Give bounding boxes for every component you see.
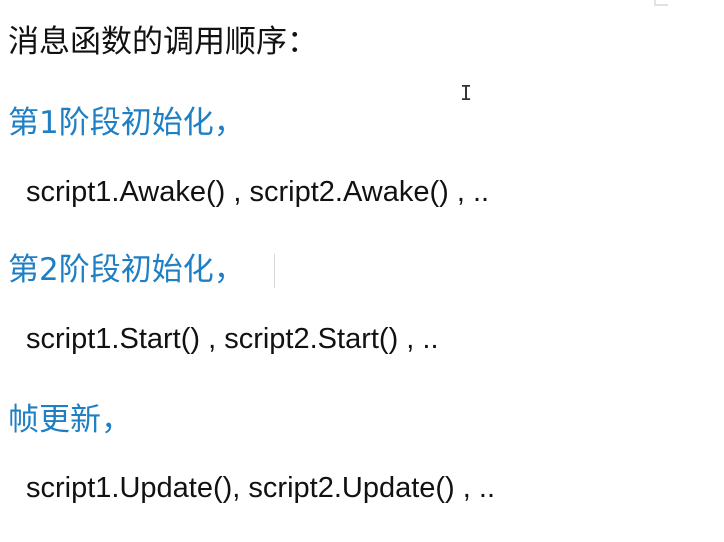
- document-page: 消息函数的调用顺序： I 第1阶段初始化， script1.Awake() , …: [0, 0, 724, 542]
- page-title: 消息函数的调用顺序：: [8, 24, 318, 60]
- code-line-start: script1.Start() , script2.Start() , ..: [26, 323, 439, 355]
- code-line-awake: script1.Awake() , script2.Awake() , ..: [26, 176, 490, 208]
- code-line-update: script1.Update(), script2.Update() , ..: [26, 472, 495, 504]
- text-insertion-caret: [274, 254, 275, 288]
- section-heading-stage1-init: 第1阶段初始化，: [8, 105, 245, 141]
- section-heading-stage2-init: 第2阶段初始化，: [8, 252, 245, 288]
- window-corner-mark: [654, 0, 668, 6]
- text-cursor-icon: I: [460, 81, 473, 105]
- section-heading-frame-update: 帧更新，: [8, 402, 132, 438]
